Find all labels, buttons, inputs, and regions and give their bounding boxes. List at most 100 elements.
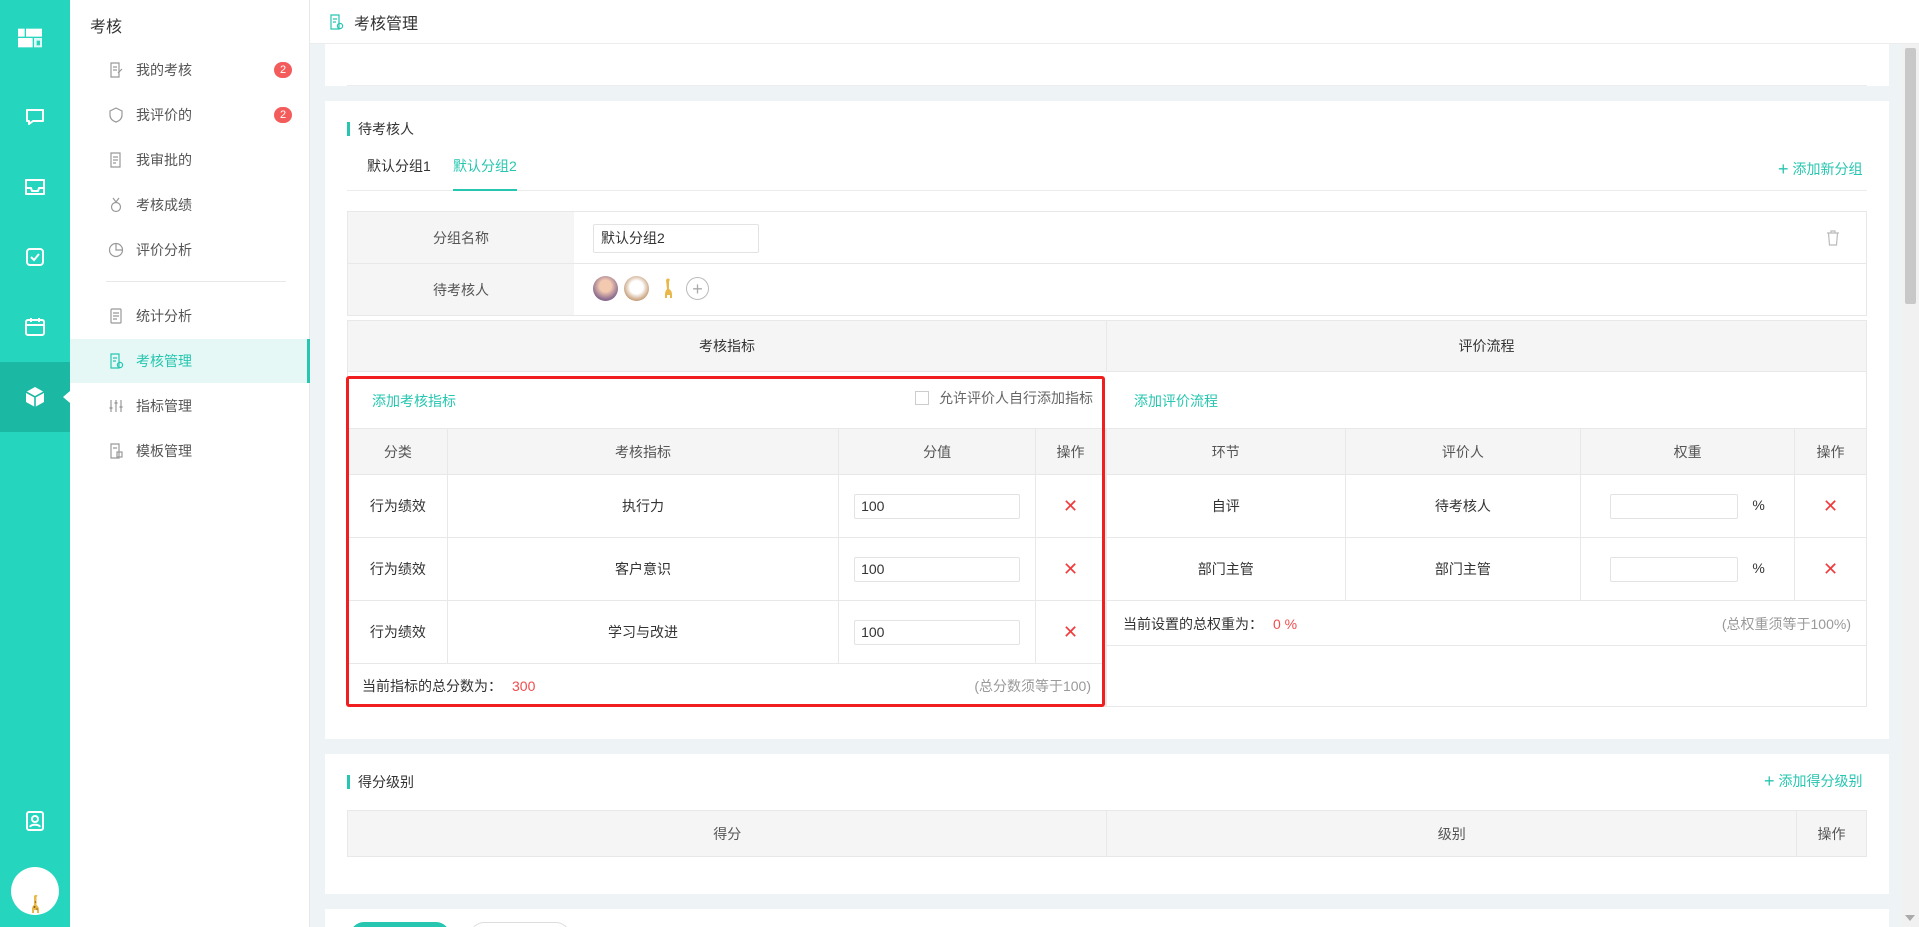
section-title: 得分级别 bbox=[347, 772, 414, 792]
approve-doc-icon bbox=[108, 152, 124, 168]
cell-weight: % bbox=[1580, 537, 1796, 601]
nav-item-my-evaluations[interactable]: 我评价的 2 bbox=[70, 93, 310, 137]
stats-doc-icon bbox=[108, 308, 124, 324]
shield-icon bbox=[108, 107, 124, 123]
secondary-nav: 考核 我的考核 2 我评价的 2 我审批的 考核成绩 评价分析 统计分析 考核管… bbox=[70, 0, 310, 927]
tab-group-1[interactable]: 默认分组1 bbox=[367, 149, 431, 191]
weight-input[interactable] bbox=[1610, 556, 1739, 582]
count-badge: 2 bbox=[274, 62, 292, 78]
grade-table: 得分 级别 操作 bbox=[346, 810, 1867, 857]
template-icon bbox=[108, 443, 124, 459]
col-action: 操作 bbox=[1794, 428, 1867, 475]
dashboard-icon[interactable] bbox=[18, 26, 54, 54]
tab-group-2[interactable]: 默认分组2 bbox=[453, 149, 517, 191]
cell-action: ✕ bbox=[1794, 537, 1867, 601]
process-empty-area bbox=[1106, 646, 1867, 707]
add-grade-button[interactable]: + 添加得分级别 bbox=[1764, 771, 1863, 791]
percent-unit: % bbox=[1752, 559, 1765, 576]
cell-evaluator: 待考核人 bbox=[1344, 474, 1582, 538]
plus-icon: + bbox=[1764, 771, 1775, 791]
indicator-header: 考核指标 bbox=[347, 320, 1107, 372]
avatar[interactable] bbox=[655, 276, 680, 301]
table-row: 部门主管 部门主管 % ✕ bbox=[1106, 537, 1867, 601]
col-evaluator: 评价人 bbox=[1344, 428, 1582, 475]
percent-unit: % bbox=[1752, 496, 1765, 513]
nav-item-label: 统计分析 bbox=[136, 308, 192, 324]
cell-stage: 自评 bbox=[1106, 474, 1346, 538]
inbox-icon[interactable] bbox=[0, 152, 70, 222]
nav-item-label: 我审批的 bbox=[136, 152, 192, 168]
pie-icon bbox=[108, 242, 124, 258]
medal-icon bbox=[108, 197, 124, 213]
manage-doc-icon bbox=[328, 13, 344, 30]
total-value: 0 % bbox=[1273, 616, 1298, 632]
col-stage: 环节 bbox=[1106, 428, 1346, 475]
process-total: 当前设置的总权重为： 0 % bbox=[1123, 614, 1297, 634]
avatar[interactable] bbox=[593, 276, 618, 301]
footer-card bbox=[325, 909, 1889, 927]
group-name-input[interactable]: 默认分组2 bbox=[593, 224, 759, 253]
nav-item-evaluation-analysis[interactable]: 评价分析 bbox=[70, 228, 310, 272]
count-badge: 2 bbox=[274, 107, 292, 123]
col-weight: 权重 bbox=[1580, 428, 1796, 475]
col-level: 级别 bbox=[1106, 810, 1798, 857]
contacts-icon[interactable] bbox=[0, 786, 70, 856]
manage-doc-icon bbox=[108, 353, 124, 369]
nav-item-template-management[interactable]: 模板管理 bbox=[70, 429, 310, 473]
nav-item-label: 模板管理 bbox=[136, 443, 192, 459]
section-title: 待考核人 bbox=[347, 119, 414, 139]
table-row: 自评 待考核人 % ✕ bbox=[1106, 474, 1867, 538]
nav-item-my-assessment[interactable]: 我的考核 2 bbox=[70, 48, 310, 92]
scroll-down-icon[interactable] bbox=[1905, 915, 1915, 921]
nav-item-label: 考核管理 bbox=[136, 353, 192, 369]
delete-icon[interactable]: ✕ bbox=[1823, 496, 1838, 516]
process-header: 评价流程 bbox=[1106, 320, 1867, 372]
col-action: 操作 bbox=[1796, 810, 1867, 857]
page-title: 考核管理 bbox=[354, 15, 419, 33]
weight-input[interactable] bbox=[1610, 493, 1739, 519]
cell-action: ✕ bbox=[1794, 474, 1867, 538]
scrollbar-thumb[interactable] bbox=[1905, 48, 1916, 304]
grade-level-card: 得分级别 + 添加得分级别 得分 级别 操作 bbox=[325, 754, 1889, 894]
previous-card-bottom bbox=[325, 44, 1889, 86]
nav-item-label: 我的考核 bbox=[136, 62, 192, 78]
secondary-button[interactable] bbox=[470, 922, 570, 927]
nav-item-label: 评价分析 bbox=[136, 242, 192, 258]
user-avatar[interactable] bbox=[11, 867, 59, 915]
plus-icon: + bbox=[1778, 159, 1789, 179]
avatar[interactable] bbox=[624, 276, 649, 301]
cell-weight: % bbox=[1580, 474, 1796, 538]
add-grade-label: 添加得分级别 bbox=[1778, 773, 1863, 789]
chat-icon[interactable] bbox=[0, 82, 70, 152]
process-toolbar bbox=[1106, 372, 1867, 428]
nav-item-scores[interactable]: 考核成绩 bbox=[70, 183, 310, 227]
nav-section-title: 考核 bbox=[90, 19, 123, 36]
add-group-label: 添加新分组 bbox=[1792, 161, 1863, 177]
nav-item-label: 考核成绩 bbox=[136, 197, 192, 213]
process-total-hint: (总权重须等于100%) bbox=[1721, 616, 1851, 632]
total-label: 当前设置的总权重为： bbox=[1123, 616, 1263, 632]
delete-icon[interactable]: ✕ bbox=[1823, 559, 1838, 579]
add-process-button[interactable]: 添加评价流程 bbox=[1134, 391, 1218, 411]
nav-item-indicator-management[interactable]: 指标管理 bbox=[70, 384, 310, 428]
calendar-icon[interactable] bbox=[0, 292, 70, 362]
nav-item-assessment-management[interactable]: 考核管理 bbox=[70, 339, 310, 383]
check-square-icon[interactable] bbox=[0, 222, 70, 292]
highlight-frame bbox=[346, 376, 1105, 707]
icon-rail bbox=[0, 0, 70, 927]
nav-item-label: 指标管理 bbox=[136, 398, 192, 414]
primary-button[interactable] bbox=[350, 922, 450, 927]
page-header: 考核管理 bbox=[310, 0, 1919, 44]
cube-icon[interactable] bbox=[0, 362, 70, 432]
col-score: 得分 bbox=[346, 810, 1108, 857]
add-assessee-button[interactable]: + bbox=[686, 277, 709, 300]
assessee-row: 待考核人 + bbox=[347, 263, 1867, 316]
group-name-row: 分组名称 默认分组2 bbox=[347, 211, 1867, 264]
nav-item-statistics[interactable]: 统计分析 bbox=[70, 294, 310, 338]
edit-doc-icon bbox=[108, 62, 124, 78]
add-group-button[interactable]: + 添加新分组 bbox=[1778, 159, 1863, 179]
nav-item-my-approvals[interactable]: 我审批的 bbox=[70, 138, 310, 182]
trash-icon[interactable] bbox=[1826, 230, 1840, 246]
assessee-label: 待考核人 bbox=[348, 264, 574, 315]
group-name-label: 分组名称 bbox=[348, 212, 574, 263]
